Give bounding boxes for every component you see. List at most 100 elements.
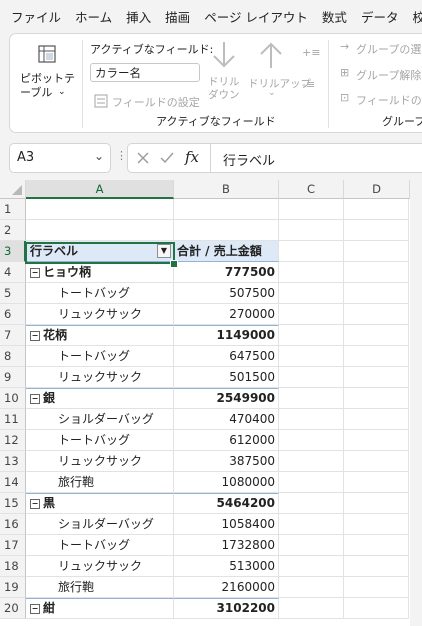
cell-a[interactable]: − 紺 [26,598,174,619]
cell-d[interactable] [344,598,409,619]
cell-b[interactable]: 1732800 [174,535,279,556]
row-number[interactable]: 11 [0,409,26,430]
select-all-corner[interactable] [0,180,26,199]
row-number[interactable]: 7 [0,325,26,346]
row-number[interactable]: 13 [0,451,26,472]
column-header-b[interactable]: B [174,180,279,199]
row-number[interactable]: 4 [0,262,26,283]
cell-a[interactable]: トートバッグ [26,346,174,367]
more-options-icon[interactable]: ⋮ [116,149,127,162]
cell-b[interactable]: 513000 [174,556,279,577]
cell-c[interactable] [279,577,344,598]
cell-d[interactable] [344,283,409,304]
cell-d[interactable] [344,325,409,346]
row-number[interactable]: 2 [0,220,26,241]
cell-c[interactable] [279,367,344,388]
menu-review[interactable]: 校 [405,7,422,26]
cell-b[interactable]: 647500 [174,346,279,367]
column-header-a[interactable]: A [26,180,174,199]
cell-c[interactable] [279,409,344,430]
drill-down-button[interactable]: ドリル ダウン [206,40,242,106]
cell-a[interactable]: トートバッグ [26,430,174,451]
row-number[interactable]: 8 [0,346,26,367]
group-field-button[interactable]: ⊡ フィールドのグ [340,91,422,109]
cell-a[interactable]: トートバッグ [26,535,174,556]
name-box[interactable]: A3 ⌄ [9,143,111,173]
cell-a[interactable]: − 黒 [26,493,174,514]
cell-c[interactable] [279,346,344,367]
collapse-icon[interactable]: − [30,267,40,278]
cell-d[interactable] [344,367,409,388]
row-number[interactable]: 9 [0,367,26,388]
menu-formulas[interactable]: 数式 [315,7,354,26]
cell-b[interactable] [174,199,279,220]
cell-b[interactable]: 1149000 [174,325,279,346]
cell-a[interactable]: 旅行鞄 [26,577,174,598]
cell-b[interactable] [174,220,279,241]
row-number[interactable]: 17 [0,535,26,556]
cell-b[interactable]: 3102200 [174,598,279,619]
cell-b[interactable]: 2160000 [174,577,279,598]
cell-a[interactable]: 行ラベル ▼ [26,241,174,262]
cell-d[interactable] [344,262,409,283]
column-header-d[interactable]: D [344,180,410,199]
cell-d[interactable] [344,409,409,430]
cell-a[interactable]: ショルダーバッグ [26,514,174,535]
cell-b[interactable]: 1080000 [174,472,279,493]
cell-a[interactable]: − ヒョウ柄 [26,262,174,283]
row-number[interactable]: 19 [0,577,26,598]
cell-d[interactable] [344,514,409,535]
row-number[interactable]: 16 [0,514,26,535]
row-number[interactable]: 15 [0,493,26,514]
cell-c[interactable] [279,430,344,451]
column-header-c[interactable]: C [279,180,344,199]
cell-d[interactable] [344,493,409,514]
cell-a[interactable]: − 銀 [26,388,174,409]
field-settings-button[interactable]: フィールドの設定 [94,92,204,110]
cell-b[interactable]: 387500 [174,451,279,472]
cell-c[interactable] [279,472,344,493]
menu-page-layout[interactable]: ページ レイアウト [197,7,315,26]
menu-insert[interactable]: 挿入 [119,7,158,26]
pivot-table-button[interactable]: ピボットテーブル ⌄ [14,38,78,108]
cell-d[interactable] [344,556,409,577]
row-number[interactable]: 5 [0,283,26,304]
cell-b[interactable]: 1058400 [174,514,279,535]
cancel-icon[interactable] [136,151,150,165]
cell-a[interactable] [26,220,174,241]
cell-c[interactable] [279,451,344,472]
fill-handle[interactable] [170,260,178,268]
cell-c[interactable] [279,304,344,325]
cell-d[interactable] [344,199,409,220]
cell-b[interactable]: 470400 [174,409,279,430]
cell-c[interactable] [279,262,344,283]
cell-d[interactable] [344,304,409,325]
collapse-icon[interactable]: − [30,498,40,509]
cell-a[interactable]: トートバッグ [26,283,174,304]
row-number[interactable]: 1 [0,199,26,220]
cell-c[interactable] [279,493,344,514]
cell-a[interactable]: リュックサック [26,367,174,388]
row-number[interactable]: 20 [0,598,26,619]
row-number[interactable]: 3 [0,241,26,262]
cell-a[interactable]: リュックサック [26,451,174,472]
cell-a[interactable]: ショルダーバッグ [26,409,174,430]
cell-c[interactable] [279,220,344,241]
cell-d[interactable] [344,241,409,262]
row-number[interactable]: 14 [0,472,26,493]
menu-home[interactable]: ホーム [68,7,119,26]
menu-draw[interactable]: 描画 [158,7,197,26]
insert-function-icon[interactable]: fx [185,148,199,166]
row-number[interactable]: 18 [0,556,26,577]
cell-c[interactable] [279,199,344,220]
filter-dropdown-button[interactable]: ▼ [157,244,171,258]
cell-c[interactable] [279,598,344,619]
spreadsheet-grid[interactable]: A B C D 1 2 3 行ラベル ▼ 合計 / 売上金額 4− ヒョウ柄 777500 5 トー… [0,180,410,626]
row-number[interactable]: 6 [0,304,26,325]
cell-b[interactable]: 507500 [174,283,279,304]
cell-b[interactable]: 2549900 [174,388,279,409]
cell-c[interactable] [279,241,344,262]
cell-d[interactable] [344,535,409,556]
menu-file[interactable]: ファイル [0,7,68,26]
drill-up-button[interactable]: ドリルアップ ⌄ [248,40,311,106]
